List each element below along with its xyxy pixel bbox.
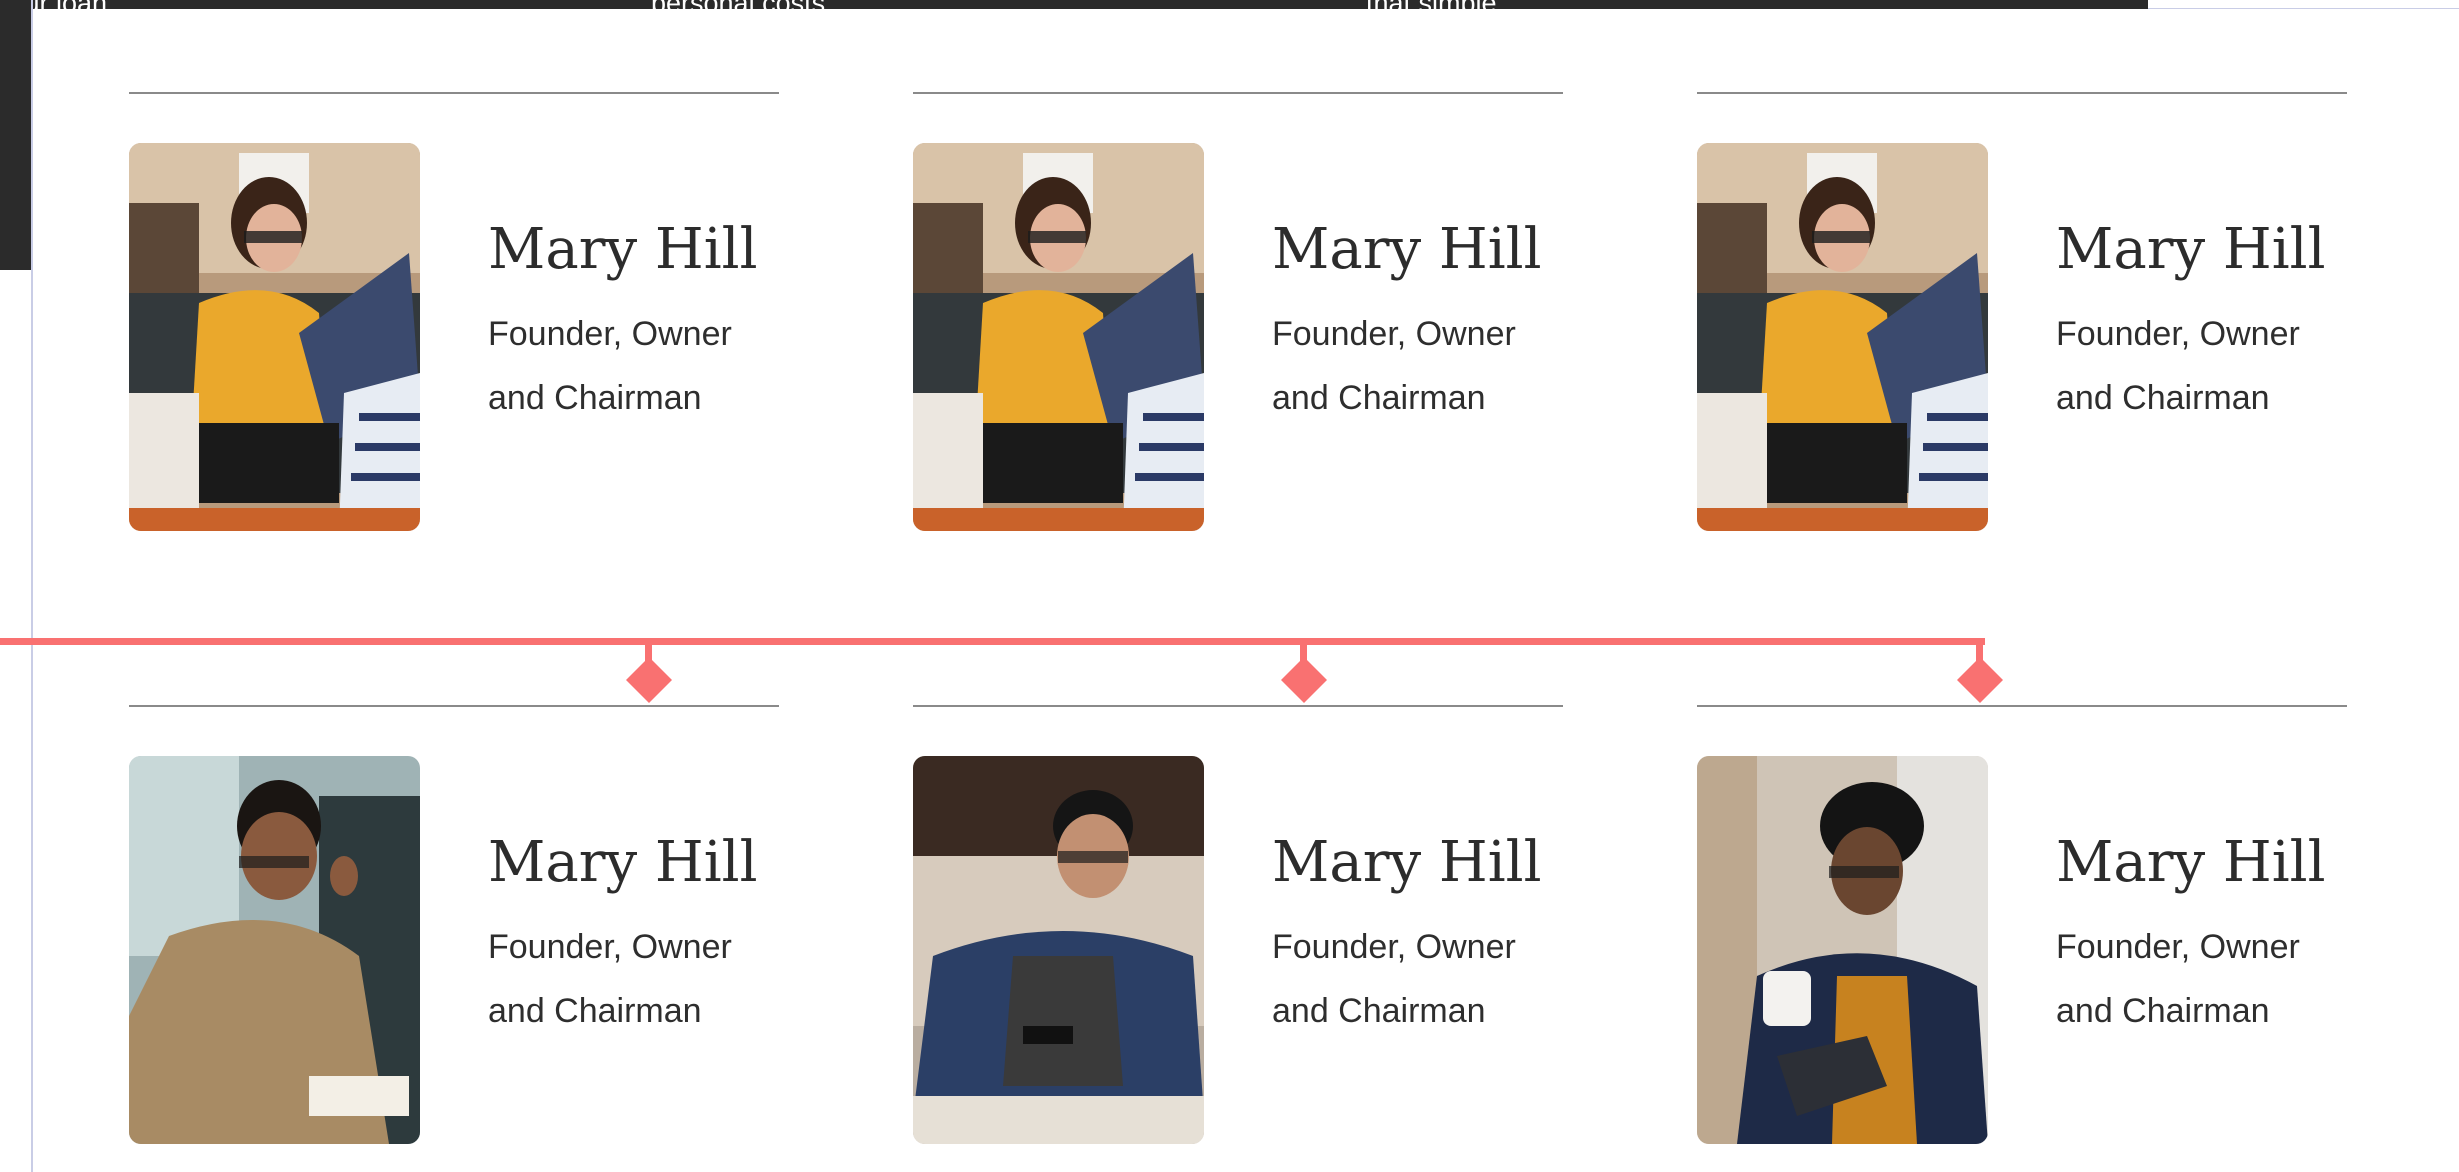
team-card: Mary Hill Founder, Owner and Chairman bbox=[913, 705, 1563, 1145]
left-dark-block bbox=[0, 0, 31, 270]
member-role: Founder, Owner and Chairman bbox=[488, 315, 732, 417]
man-phone-photo bbox=[913, 756, 1204, 1144]
woman-laptop-photo bbox=[1697, 143, 1988, 531]
member-role: Founder, Owner and Chairman bbox=[488, 928, 732, 1030]
top-strip-text-3: that simple bbox=[1366, 0, 1497, 9]
member-role: Founder, Owner and Chairman bbox=[2056, 315, 2300, 417]
woman-laptop-photo bbox=[913, 143, 1204, 531]
left-guide-line bbox=[31, 0, 33, 1172]
member-role: Founder, Owner and Chairman bbox=[1272, 928, 1516, 1030]
member-name: Mary Hill bbox=[1272, 217, 1542, 282]
member-name: Mary Hill bbox=[488, 217, 758, 282]
timeline-stem-1 bbox=[645, 638, 652, 680]
timeline-stem-3 bbox=[1976, 638, 1983, 680]
timeline-diamond-3 bbox=[1957, 657, 2003, 703]
woman-laptop-photo bbox=[129, 143, 420, 531]
card-divider bbox=[913, 705, 1563, 707]
member-name: Mary Hill bbox=[488, 830, 758, 895]
timeline-stem-2 bbox=[1300, 638, 1307, 680]
timeline-diamond-2 bbox=[1281, 657, 1327, 703]
card-divider bbox=[129, 92, 779, 94]
team-card: Mary Hill Founder, Owner and Chairman bbox=[913, 92, 1563, 532]
top-dark-strip: your loan personal costs that simple bbox=[0, 0, 2148, 9]
member-role: Founder, Owner and Chairman bbox=[2056, 928, 2300, 1030]
card-divider bbox=[913, 92, 1563, 94]
team-card: Mary Hill Founder, Owner and Chairman bbox=[129, 705, 779, 1145]
card-divider bbox=[1697, 92, 2347, 94]
card-divider bbox=[1697, 705, 2347, 707]
timeline-line bbox=[0, 638, 1985, 645]
team-card: Mary Hill Founder, Owner and Chairman bbox=[1697, 705, 2347, 1145]
top-guide-line bbox=[2148, 8, 2459, 9]
member-name: Mary Hill bbox=[1272, 830, 1542, 895]
man-tablet-photo bbox=[1697, 756, 1988, 1144]
timeline-diamond-1 bbox=[626, 657, 672, 703]
man-headset-photo bbox=[129, 756, 420, 1144]
member-name: Mary Hill bbox=[2056, 830, 2326, 895]
team-card: Mary Hill Founder, Owner and Chairman bbox=[1697, 92, 2347, 532]
team-card: Mary Hill Founder, Owner and Chairman bbox=[129, 92, 779, 532]
member-role: Founder, Owner and Chairman bbox=[1272, 315, 1516, 417]
member-name: Mary Hill bbox=[2056, 217, 2326, 282]
top-strip-text-2: personal costs bbox=[651, 0, 825, 9]
card-divider bbox=[129, 705, 779, 707]
